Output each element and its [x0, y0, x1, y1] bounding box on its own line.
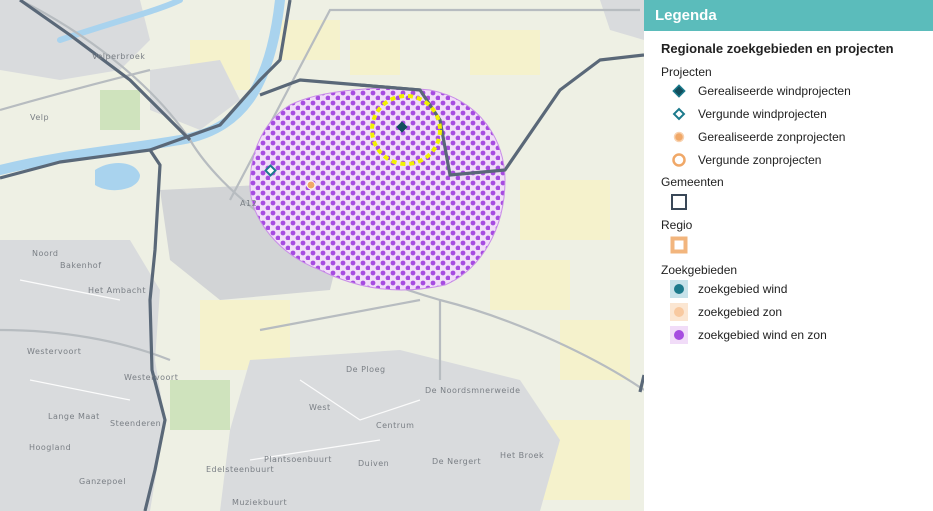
legend-item-label: Gerealiseerde windprojecten	[698, 83, 851, 98]
legend-group-title: Gemeenten	[661, 175, 724, 189]
legend-item-label: Vergunde windprojecten	[698, 106, 827, 121]
legend-item	[644, 232, 933, 257]
legend-group-title: Zoekgebieden	[661, 263, 738, 277]
place-label: Noord	[32, 249, 59, 258]
place-label: Westervoort	[27, 347, 81, 356]
solar-area-icon	[670, 302, 688, 321]
place-label: Bakenhof	[60, 261, 102, 270]
legend-item: zoekgebied wind	[644, 277, 933, 300]
outline-circle-icon	[670, 151, 688, 169]
place-label: Lange Maat	[48, 412, 100, 421]
place-label: De Noordsmnerweide	[425, 386, 521, 395]
place-label: Het Ambacht	[88, 286, 146, 295]
wind-solar-area-icon	[670, 325, 688, 344]
legend-group-title: Regio	[661, 218, 693, 232]
legend-title: Regionale zoekgebieden en projecten	[661, 41, 894, 56]
place-label: Duiven	[358, 459, 389, 468]
place-label: Het Broek	[500, 451, 544, 460]
legend-header: Legenda	[644, 0, 933, 31]
place-label: Velperbroek	[92, 52, 145, 61]
place-label: Velp	[30, 113, 49, 122]
road-label: A12	[240, 199, 257, 208]
filled-circle-icon	[670, 128, 688, 146]
legend-item: Vergunde windprojecten	[644, 102, 933, 125]
legend-item: Gerealiseerde zonprojecten	[644, 125, 933, 148]
place-label: Steenderen	[110, 419, 161, 428]
legend-group-title: Projecten	[661, 65, 712, 79]
legend-item: zoekgebied zon	[644, 300, 933, 323]
legend-item-label: Vergunde zonprojecten	[698, 152, 822, 167]
legend-panel: Legenda Regionale zoekgebieden en projec…	[644, 0, 933, 511]
realised-solar-project-marker[interactable]	[306, 180, 316, 190]
place-label: Muziekbuurt	[232, 498, 287, 507]
place-label: Ganzepoel	[79, 477, 126, 486]
place-label: West	[309, 403, 331, 412]
wind-area-icon	[670, 279, 688, 298]
outline-diamond-icon	[670, 105, 688, 123]
place-label: Centrum	[376, 421, 414, 430]
region-boundary-icon	[670, 236, 688, 254]
legend-item: zoekgebied wind en zon	[644, 323, 933, 346]
place-label: Hoogland	[29, 443, 71, 452]
legend-item-label: zoekgebied zon	[698, 304, 783, 319]
place-label: Plantsoenbuurt	[264, 455, 332, 464]
map-view[interactable]: Velperbroek Noord Bakenhof Het Ambacht W…	[0, 0, 644, 511]
legend-item	[644, 189, 933, 214]
legend-item-label: zoekgebied wind en zon	[698, 327, 827, 342]
filled-diamond-icon	[670, 82, 688, 100]
place-label: Westervoort	[124, 373, 178, 382]
municipality-boundary-icon	[670, 193, 688, 211]
place-label: De Ploeg	[346, 365, 386, 374]
legend-item-label: Gerealiseerde zonprojecten	[698, 129, 846, 144]
place-label: De Nergert	[432, 457, 481, 466]
legend-item-label: zoekgebied wind	[698, 281, 788, 296]
place-label: Edelsteenbuurt	[206, 465, 274, 474]
legend-item: Vergunde zonprojecten	[644, 148, 933, 171]
legend-item: Gerealiseerde windprojecten	[644, 79, 933, 102]
